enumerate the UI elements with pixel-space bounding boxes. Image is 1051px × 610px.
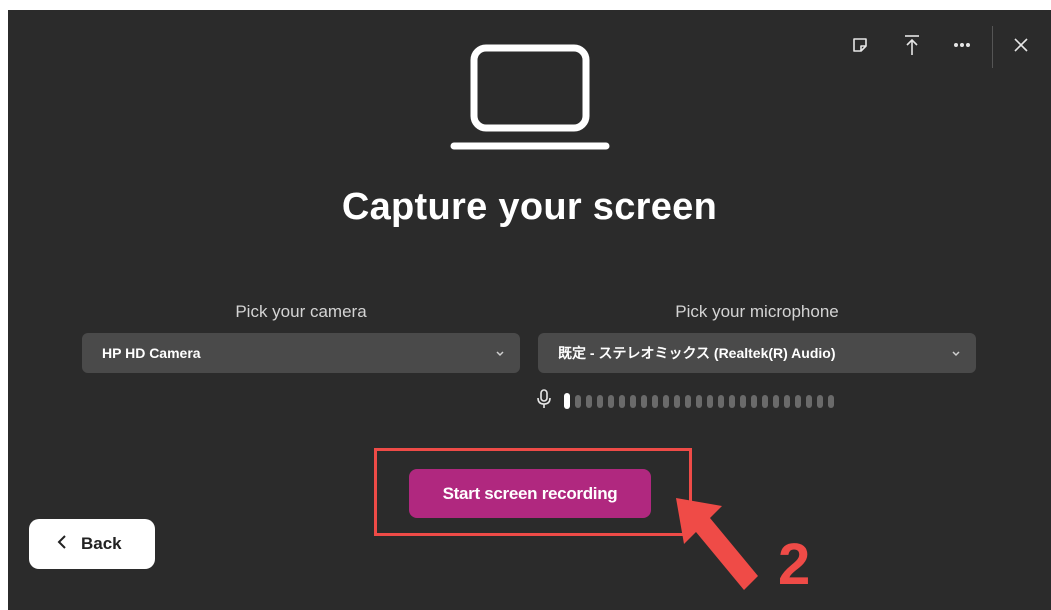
- level-bar: [619, 394, 625, 408]
- level-bar: [740, 394, 746, 408]
- chevron-down-icon: [494, 346, 506, 362]
- level-bar: [597, 394, 603, 408]
- camera-selected-value: HP HD Camera: [102, 345, 201, 361]
- level-bar: [751, 394, 757, 408]
- level-bar: [674, 394, 680, 408]
- level-bar: [575, 394, 581, 408]
- level-bar: [795, 394, 801, 408]
- level-bar: [806, 394, 812, 408]
- back-button-label: Back: [81, 534, 122, 553]
- annotation-step-number: 2: [778, 532, 811, 597]
- start-screen-recording-button[interactable]: Start screen recording: [409, 469, 651, 518]
- laptop-icon: [448, 42, 612, 159]
- level-bar: [729, 394, 735, 408]
- microphone-level-meter: [536, 388, 834, 414]
- level-bar: [696, 394, 702, 408]
- capture-window: Capture your screen Pick your camera HP …: [8, 10, 1051, 610]
- level-bar: [630, 394, 636, 408]
- back-button[interactable]: Back: [29, 519, 155, 569]
- level-bar: [641, 394, 647, 408]
- microphone-selected-value: 既定 - ステレオミックス (Realtek(R) Audio): [558, 345, 836, 361]
- chevron-left-icon: [57, 534, 67, 555]
- level-bar: [828, 394, 834, 408]
- level-bar: [586, 394, 592, 408]
- level-bar: [663, 394, 669, 408]
- microphone-icon: [536, 388, 552, 414]
- level-bar: [762, 394, 768, 408]
- level-bar: [685, 394, 691, 408]
- level-bar: [707, 394, 713, 408]
- chevron-down-icon: [950, 346, 962, 362]
- level-bar: [652, 394, 658, 408]
- level-bars: [564, 393, 834, 409]
- annotation-arrow: [676, 498, 766, 603]
- microphone-label: Pick your microphone: [675, 302, 839, 321]
- more-icon[interactable]: [948, 32, 976, 58]
- toolbar-divider: [992, 26, 993, 68]
- level-bar: [784, 394, 790, 408]
- sticky-note-icon[interactable]: [846, 32, 874, 58]
- close-icon[interactable]: [1007, 32, 1035, 58]
- level-bar: [718, 394, 724, 408]
- level-bar: [817, 394, 823, 408]
- level-bar: [608, 394, 614, 408]
- level-bar: [773, 394, 779, 408]
- upload-icon[interactable]: [898, 32, 926, 58]
- level-bar: [564, 393, 570, 409]
- page-title: Capture your screen: [341, 186, 718, 228]
- camera-select[interactable]: HP HD Camera: [82, 333, 520, 373]
- camera-label: Pick your camera: [235, 302, 367, 321]
- microphone-select[interactable]: 既定 - ステレオミックス (Realtek(R) Audio): [538, 333, 976, 373]
